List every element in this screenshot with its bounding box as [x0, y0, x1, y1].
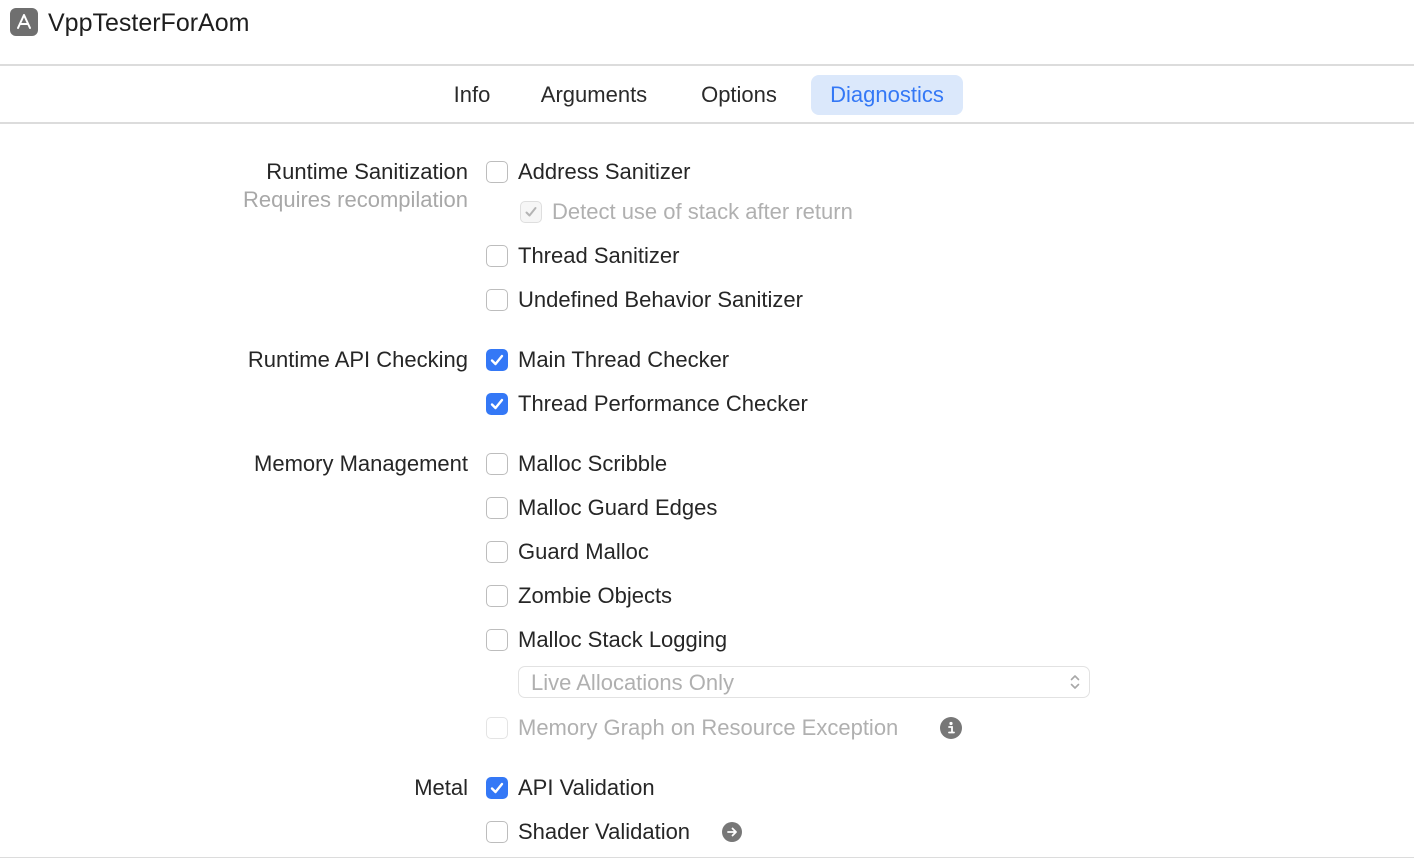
thread-performance-checker-option[interactable]: Thread Performance Checker — [486, 389, 808, 419]
checkmark-icon — [525, 207, 537, 217]
runtime-api-checking-label: Runtime API Checking — [247, 347, 468, 372]
bottom-divider — [0, 857, 1414, 858]
malloc-guard-edges-checkbox[interactable] — [486, 497, 508, 519]
requires-recompilation-note: Requires recompilation — [243, 187, 468, 212]
arrow-right-circle-icon[interactable] — [722, 822, 742, 842]
address-sanitizer-label: Address Sanitizer — [518, 159, 691, 184]
shader-validation-option[interactable]: Shader Validation — [486, 817, 690, 847]
checkmark-icon — [490, 354, 504, 366]
stack-logging-mode-value: Live Allocations Only — [531, 670, 734, 695]
info-icon[interactable] — [940, 717, 962, 739]
guard-malloc-checkbox[interactable] — [486, 541, 508, 563]
undefined-behavior-sanitizer-option[interactable]: Undefined Behavior Sanitizer — [486, 285, 803, 315]
zombie-objects-checkbox[interactable] — [486, 585, 508, 607]
arrow-right-glyph — [727, 827, 737, 837]
app-store-icon — [10, 8, 38, 36]
detect-stack-after-return-checkbox — [520, 201, 542, 223]
malloc-stack-logging-label: Malloc Stack Logging — [518, 627, 728, 652]
thread-performance-checker-checkbox[interactable] — [486, 393, 508, 415]
detect-stack-after-return-label: Detect use of stack after return — [552, 199, 853, 224]
checkmark-icon — [490, 398, 504, 410]
detect-stack-after-return-option: Detect use of stack after return — [520, 197, 853, 227]
metal-label: Metal — [414, 775, 468, 800]
tab-arguments[interactable]: Arguments — [526, 75, 662, 115]
chevron-up-down-icon — [1070, 675, 1080, 689]
undefined-behavior-sanitizer-checkbox[interactable] — [486, 289, 508, 311]
memory-graph-on-resource-exception-option: Memory Graph on Resource Exception — [486, 713, 898, 743]
address-sanitizer-checkbox[interactable] — [486, 161, 508, 183]
api-validation-option[interactable]: API Validation — [486, 773, 655, 803]
thread-sanitizer-label: Thread Sanitizer — [518, 243, 680, 268]
thread-performance-checker-label: Thread Performance Checker — [518, 391, 808, 416]
tab-diagnostics[interactable]: Diagnostics — [811, 75, 963, 115]
malloc-stack-logging-option[interactable]: Malloc Stack Logging — [486, 625, 727, 655]
scheme-tab-bar: Info Arguments Options Diagnostics — [0, 66, 1414, 122]
tab-info[interactable]: Info — [440, 75, 504, 115]
runtime-sanitization-label: Runtime Sanitization — [266, 159, 468, 184]
guard-malloc-label: Guard Malloc — [518, 539, 649, 564]
malloc-stack-logging-checkbox[interactable] — [486, 629, 508, 651]
memory-graph-on-resource-exception-checkbox — [486, 717, 508, 739]
undefined-behavior-sanitizer-label: Undefined Behavior Sanitizer — [518, 287, 803, 312]
malloc-scribble-option[interactable]: Malloc Scribble — [486, 449, 667, 479]
window-titlebar: VppTesterForAom — [0, 0, 1414, 64]
guard-malloc-option[interactable]: Guard Malloc — [486, 537, 649, 567]
tab-options[interactable]: Options — [686, 75, 792, 115]
zombie-objects-label: Zombie Objects — [518, 583, 673, 608]
main-thread-checker-option[interactable]: Main Thread Checker — [486, 345, 729, 375]
memory-management-label: Memory Management — [254, 451, 468, 476]
shader-validation-label: Shader Validation — [518, 819, 691, 844]
shader-validation-checkbox[interactable] — [486, 821, 508, 843]
api-validation-label: API Validation — [518, 775, 655, 800]
main-thread-checker-checkbox[interactable] — [486, 349, 508, 371]
info-glyph — [948, 721, 955, 734]
address-sanitizer-option[interactable]: Address Sanitizer — [486, 157, 690, 187]
malloc-guard-edges-label: Malloc Guard Edges — [518, 495, 718, 520]
tabs-divider — [0, 122, 1414, 124]
window-title: VppTesterForAom — [48, 9, 250, 37]
stack-logging-mode-popup[interactable]: Live Allocations Only — [518, 666, 1090, 698]
thread-sanitizer-checkbox[interactable] — [486, 245, 508, 267]
main-thread-checker-label: Main Thread Checker — [518, 347, 730, 372]
api-validation-checkbox[interactable] — [486, 777, 508, 799]
zombie-objects-option[interactable]: Zombie Objects — [486, 581, 672, 611]
malloc-guard-edges-option[interactable]: Malloc Guard Edges — [486, 493, 717, 523]
malloc-scribble-checkbox[interactable] — [486, 453, 508, 475]
memory-graph-on-resource-exception-label: Memory Graph on Resource Exception — [518, 715, 899, 740]
checkmark-icon — [490, 782, 504, 794]
thread-sanitizer-option[interactable]: Thread Sanitizer — [486, 241, 679, 271]
malloc-scribble-label: Malloc Scribble — [518, 451, 668, 476]
